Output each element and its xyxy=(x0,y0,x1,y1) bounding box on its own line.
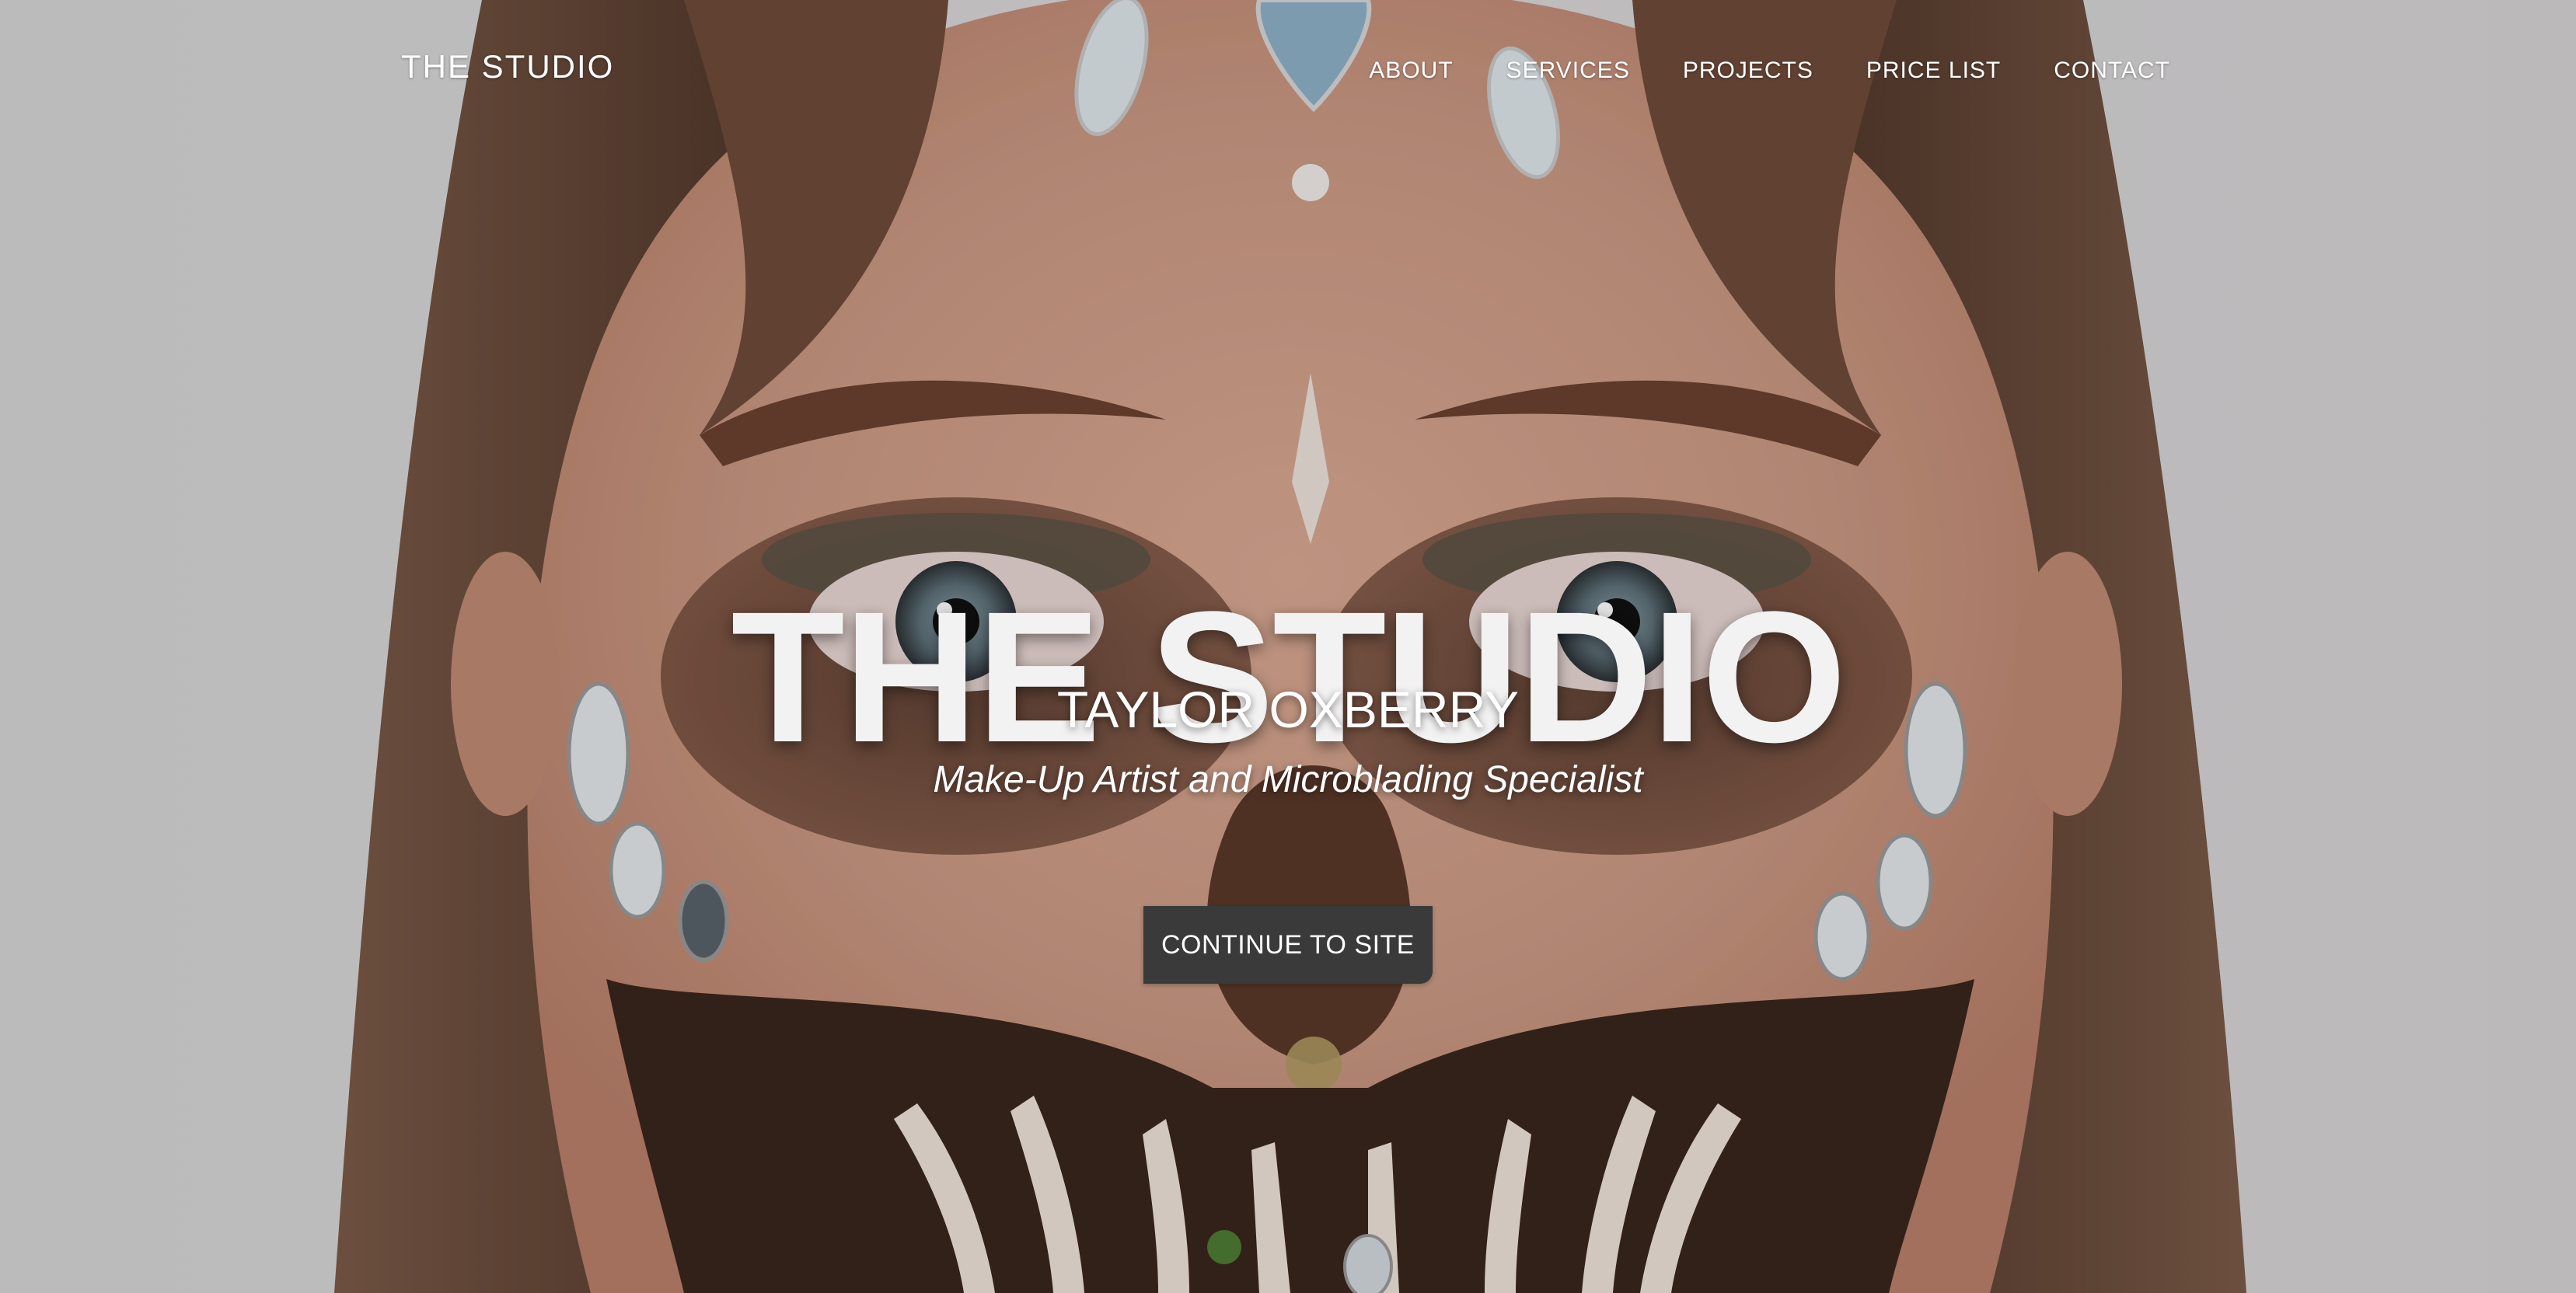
nav-link-contact[interactable]: CONTACT xyxy=(2054,58,2170,84)
top-navigation: THE STUDIO ABOUT SERVICES PROJECTS PRICE… xyxy=(0,0,2576,140)
continue-to-site-button[interactable]: CONTINUE TO SITE xyxy=(1143,906,1433,984)
nav-link-price-list[interactable]: PRICE LIST xyxy=(1866,58,2001,84)
hero-tagline: Make-Up Artist and Microblading Speciali… xyxy=(933,759,1643,800)
nav-link-projects[interactable]: PROJECTS xyxy=(1683,58,1813,84)
nav-link-about[interactable]: ABOUT xyxy=(1369,58,1453,84)
hero-name: TAYLOR OXBERRY xyxy=(1056,681,1520,738)
nav-menu: ABOUT SERVICES PROJECTS PRICE LIST CONTA… xyxy=(1369,58,2170,84)
nav-link-services[interactable]: SERVICES xyxy=(1506,58,1630,84)
brand-logo[interactable]: THE STUDIO xyxy=(401,48,614,85)
hero-title: THE STUDIO xyxy=(731,572,1846,781)
